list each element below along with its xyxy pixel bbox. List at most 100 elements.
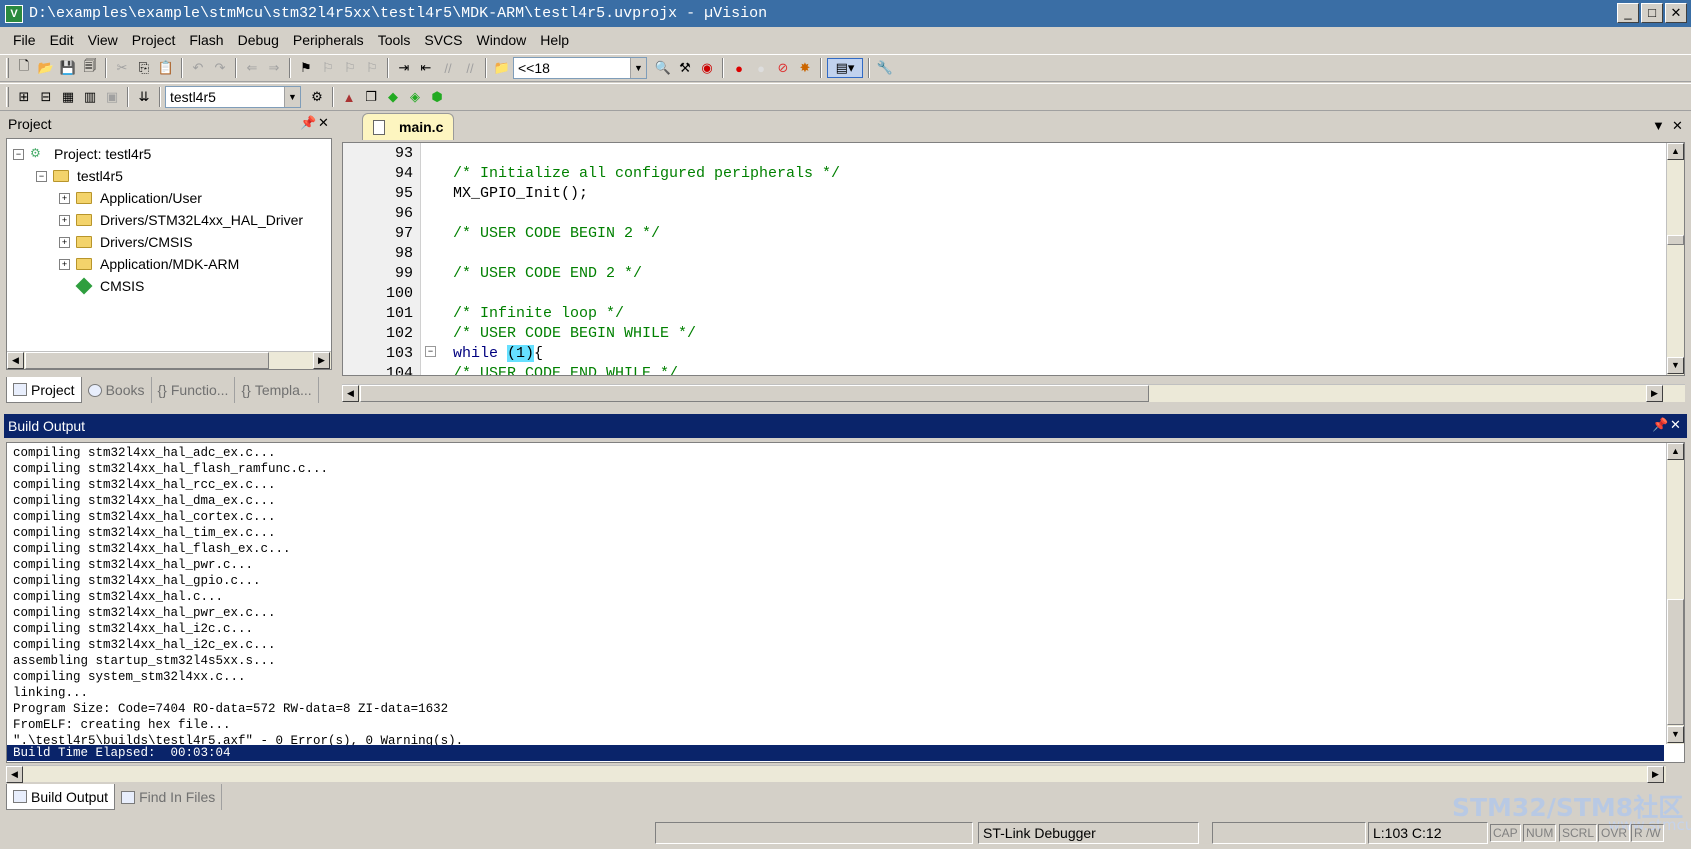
run-time-environment-icon[interactable]: ◆	[383, 87, 403, 107]
collapse-icon[interactable]: −	[36, 170, 47, 182]
close-icon[interactable]: ✕	[318, 115, 329, 131]
scroll-down-icon[interactable]: ▼	[1667, 357, 1684, 374]
disable-all-breakpoints-icon[interactable]: ⊘	[773, 58, 793, 78]
menu-edit[interactable]: Edit	[43, 32, 81, 48]
undo-icon[interactable]: ↶	[188, 58, 208, 78]
open-folder-icon[interactable]: 📂	[36, 58, 56, 78]
build-output-line[interactable]: compiling stm32l4xx_hal_dma_ex.c...	[13, 493, 276, 509]
scroll-thumb[interactable]	[1667, 235, 1684, 245]
tab-project[interactable]: Project	[6, 377, 82, 403]
menu-debug[interactable]: Debug	[231, 32, 286, 48]
project-horizontal-scrollbar[interactable]: ◀ ▶	[7, 351, 331, 369]
build-output-line[interactable]: compiling stm32l4xx_hal_flash_ramfunc.c.…	[13, 461, 328, 477]
build-output-line[interactable]: compiling stm32l4xx_hal_flash_ex.c...	[13, 541, 291, 557]
scroll-left-icon[interactable]: ◀	[342, 385, 359, 402]
code-line[interactable]: /* Infinite loop */	[453, 304, 624, 324]
build-output-line[interactable]: FromELF: creating hex file...	[13, 717, 231, 733]
tree-group-application-user[interactable]: + Application/User	[59, 187, 202, 209]
scroll-thumb[interactable]	[1667, 599, 1684, 725]
menu-tools[interactable]: Tools	[371, 32, 418, 48]
build-horizontal-scrollbar[interactable]: ◀ ▶	[6, 765, 1666, 783]
redo-icon[interactable]: ↷	[210, 58, 230, 78]
build-output-line[interactable]: compiling stm32l4xx_hal_rcc_ex.c...	[13, 477, 276, 493]
scroll-left-icon[interactable]: ◀	[7, 352, 24, 369]
menu-window[interactable]: Window	[470, 32, 534, 48]
build-output-line[interactable]: compiling stm32l4xx_hal_tim_ex.c...	[13, 525, 276, 541]
tab-functions[interactable]: {} Functio...	[152, 377, 236, 403]
close-window-button[interactable]: ✕	[1665, 3, 1687, 23]
chevron-down-icon[interactable]: ▼	[630, 58, 646, 78]
close-icon[interactable]: ✕	[1670, 417, 1681, 433]
collapse-icon[interactable]: −	[13, 148, 24, 160]
batch-build-icon[interactable]: ▥	[80, 87, 100, 107]
stop-build-icon[interactable]: ▣	[102, 87, 122, 107]
manage-components-icon[interactable]: ▲	[339, 87, 359, 107]
code-line[interactable]: MX_GPIO_Init();	[453, 184, 588, 204]
cut-icon[interactable]: ✂	[112, 58, 132, 78]
prev-bookmark-icon[interactable]: ⚐	[318, 58, 338, 78]
select-software-packs-icon[interactable]: ⬢	[427, 87, 447, 107]
scroll-right-icon[interactable]: ▶	[1646, 385, 1663, 402]
tab-books[interactable]: Books	[82, 377, 152, 403]
build-output-line[interactable]: linking...	[13, 685, 88, 701]
build-icon[interactable]: ⊟	[36, 87, 56, 107]
translate-icon[interactable]: ⊞	[14, 87, 34, 107]
uncomment-icon[interactable]: //	[460, 58, 480, 78]
code-line[interactable]: /* Initialize all configured peripherals…	[453, 164, 840, 184]
build-output-text[interactable]: compiling stm32l4xx_hal_adc_ex.c... compi…	[6, 442, 1685, 763]
find-icon[interactable]: 🔍	[653, 58, 673, 78]
build-vertical-scrollbar[interactable]: ▲ ▼	[1666, 443, 1684, 744]
build-output-line[interactable]: compiling system_stm32l4xx.c...	[13, 669, 246, 685]
rebuild-icon[interactable]: ▦	[58, 87, 78, 107]
build-output-line[interactable]: compiling stm32l4xx_hal_cortex.c...	[13, 509, 276, 525]
window-layout-icon[interactable]: ▤▾	[827, 58, 863, 78]
tab-build-output[interactable]: Build Output	[6, 784, 116, 810]
tree-group-hal-driver[interactable]: + Drivers/STM32L4xx_HAL_Driver	[59, 209, 303, 231]
save-all-icon[interactable]: 🗐	[80, 58, 100, 78]
file-extensions-icon[interactable]: ❐	[361, 87, 381, 107]
navigate-back-icon[interactable]: ⇐	[242, 58, 262, 78]
tree-root[interactable]: − ⚙ Project: testl4r5	[13, 143, 151, 165]
target-combo[interactable]: testl4r5 ▼	[165, 86, 301, 108]
save-icon[interactable]: 💾	[58, 58, 78, 78]
pin-icon[interactable]: 📌	[300, 115, 316, 131]
editor-vertical-scrollbar[interactable]: ▲ ▼	[1666, 143, 1684, 375]
build-output-line[interactable]: compiling stm32l4xx_hal_i2c_ex.c...	[13, 637, 276, 653]
toolbar-grip[interactable]	[6, 87, 9, 107]
replace-icon[interactable]: ⚒	[675, 58, 695, 78]
expand-icon[interactable]: +	[59, 258, 70, 270]
tab-templates[interactable]: {} Templa...	[235, 377, 319, 403]
disable-breakpoint-icon[interactable]: ●	[751, 58, 771, 78]
scroll-right-icon[interactable]: ▶	[1647, 766, 1664, 783]
menu-svcs[interactable]: SVCS	[417, 32, 469, 48]
scroll-down-icon[interactable]: ▼	[1667, 726, 1684, 743]
copy-icon[interactable]: ⎘	[134, 58, 154, 78]
code-line[interactable]: /* USER CODE BEGIN 2 */	[453, 224, 660, 244]
scroll-left-icon[interactable]: ◀	[6, 766, 23, 783]
incremental-find-icon[interactable]: ◉	[697, 58, 717, 78]
toolbar-grip[interactable]	[6, 58, 9, 78]
code-line[interactable]: /* USER CODE END WHILE */	[453, 364, 678, 375]
clear-bookmarks-icon[interactable]: ⚐	[362, 58, 382, 78]
code-line[interactable]: while (1){	[453, 344, 543, 364]
target-options-icon[interactable]: ⚙	[307, 87, 327, 107]
new-file-icon[interactable]: 🗋	[14, 58, 34, 78]
bookmark-icon[interactable]: ⚑	[296, 58, 316, 78]
editor-tabs-dropdown-icon[interactable]: ▼	[1652, 118, 1665, 133]
editor-horizontal-scrollbar[interactable]: ◀ ▶	[342, 384, 1685, 402]
build-output-line[interactable]: compiling stm32l4xx_hal_pwr.c...	[13, 557, 253, 573]
scroll-up-icon[interactable]: ▲	[1667, 143, 1684, 160]
maximize-button[interactable]: □	[1641, 3, 1663, 23]
find-combo[interactable]: <<18 ▼	[513, 57, 647, 79]
build-output-line[interactable]: assembling startup_stm32l4s5xx.s...	[13, 653, 276, 669]
tree-target[interactable]: − testl4r5	[36, 165, 123, 187]
menu-project[interactable]: Project	[125, 32, 183, 48]
tab-find-in-files[interactable]: Find In Files	[115, 784, 223, 810]
menu-help[interactable]: Help	[533, 32, 576, 48]
build-output-line[interactable]: Program Size: Code=7404 RO-data=572 RW-d…	[13, 701, 448, 717]
menu-flash[interactable]: Flash	[182, 32, 230, 48]
paste-icon[interactable]: 📋	[156, 58, 176, 78]
menu-peripherals[interactable]: Peripherals	[286, 32, 371, 48]
build-output-line[interactable]: compiling stm32l4xx_hal.c...	[13, 589, 223, 605]
minimize-button[interactable]: _	[1617, 3, 1639, 23]
